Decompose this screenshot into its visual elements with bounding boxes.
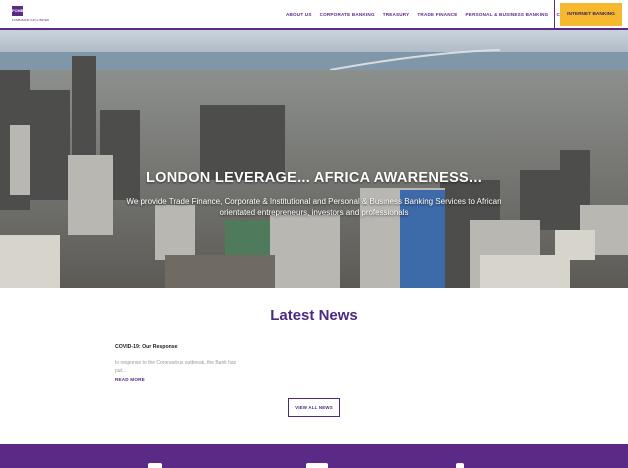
fcmb-logo[interactable]: FCMB FCMB BANK (UK) LIMITED [12,6,49,24]
nav-trade-finance[interactable]: TRADE FINANCE [417,12,457,17]
news-item: COVID-19: Our Response In response to th… [115,344,245,382]
band-decoration [148,463,162,468]
hero-title: LONDON LEVERAGE... AFRICA AWARENESS... [145,170,483,186]
view-all-news-button[interactable]: VIEW ALL NEWS [288,398,340,417]
nav-divider [554,0,555,30]
latest-news-heading: Latest News [270,307,358,324]
footer-band [0,444,628,468]
news-item-excerpt: In response to the Coronavirus outbreak,… [115,360,237,374]
main-nav: ABOUT US CORPORATE BANKING TREASURY TRAD… [286,0,588,28]
nav-corporate-banking[interactable]: CORPORATE BANKING [320,12,375,17]
city-skyline-image [0,30,628,288]
band-decoration [456,463,464,468]
nav-personal-business-banking[interactable]: PERSONAL & BUSINESS BANKING [466,12,549,17]
logo-text: FCMB BANK (UK) LIMITED [12,18,50,22]
site-header: FCMB FCMB BANK (UK) LIMITED ABOUT US COR… [0,0,628,30]
nav-about-us[interactable]: ABOUT US [286,12,312,17]
read-more-link[interactable]: READ MORE [115,377,245,382]
news-item-title[interactable]: COVID-19: Our Response [115,344,245,350]
band-decoration [306,463,328,468]
logo-mark: FCMB [12,6,24,16]
hero-banner: LONDON LEVERAGE... AFRICA AWARENESS... W… [0,30,628,288]
hero-subtitle: We provide Trade Finance, Corporate & In… [126,197,502,217]
internet-banking-button[interactable]: INTERNET BANKING [560,3,622,26]
nav-treasury[interactable]: TREASURY [383,12,410,17]
